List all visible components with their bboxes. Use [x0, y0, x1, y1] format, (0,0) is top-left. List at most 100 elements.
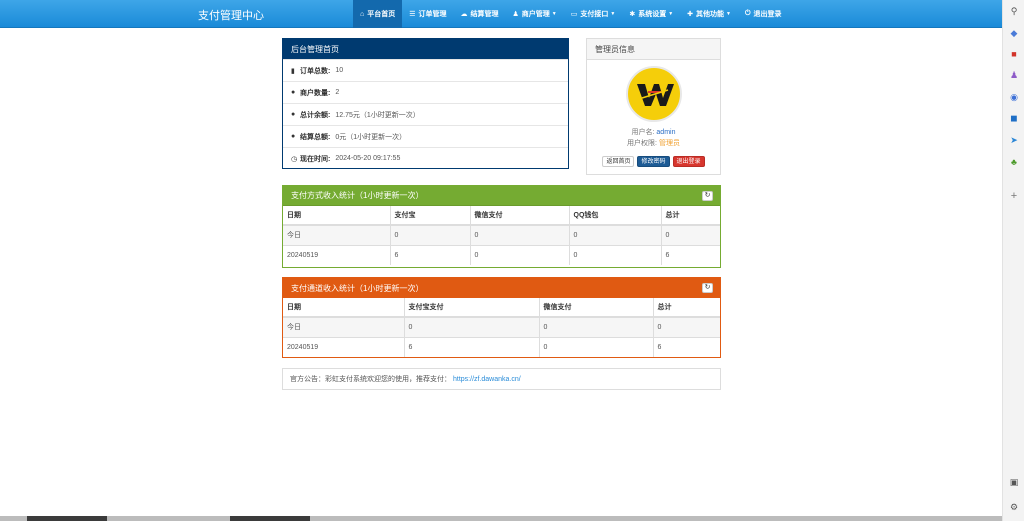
bar-chart-icon: ▮ [291, 67, 295, 75]
table-cell: 0 [539, 336, 654, 357]
tools-icon: ✚ [687, 11, 694, 18]
globe-icon[interactable]: ◉ [1007, 90, 1021, 104]
tag-icon[interactable]: ◆ [1007, 26, 1021, 40]
table-cell: 0 [470, 224, 570, 245]
nav-home[interactable]: ⌂ 平台首页 [353, 0, 403, 28]
stat-value: 12.75元（1小时更新一次） [335, 111, 420, 119]
send-icon[interactable]: ➤ [1007, 133, 1021, 147]
notice-link[interactable]: https://zf.dawanka.cn/ [453, 376, 521, 383]
overview-title: 后台管理首页 [283, 39, 568, 59]
clock-icon: ◷ [291, 155, 298, 163]
outlook-icon[interactable]: ◼ [1007, 111, 1021, 125]
table-cell: 6 [653, 336, 720, 357]
channel-stats-panel: 支付通道收入统计（1小时更新一次） ↻ 日期 支付宝支付 微信支付 总计 今日 … [282, 277, 721, 358]
nav-system-settings-label: 系统设置 [638, 11, 667, 18]
stat-label: 订单总数: [300, 67, 331, 75]
chevron-down-icon: ▼ [551, 11, 557, 17]
plus-icon[interactable]: + [1007, 189, 1021, 203]
table-cell: 6 [661, 244, 720, 265]
list-item: ● 总计余额: 12.75元（1小时更新一次） [283, 103, 568, 125]
tree-icon[interactable]: ♣ [1007, 155, 1021, 169]
cloud-icon: ☁ [460, 11, 468, 18]
table-cell: 0 [539, 316, 654, 337]
drop-icon: ● [291, 111, 296, 118]
admin-role-line: 用户权限: 管理员 [587, 138, 720, 148]
admin-buttons: 返回首页 修改密码 退出登录 [587, 156, 720, 167]
table-header-row: 日期 支付宝支付 微信支付 总计 [283, 298, 720, 318]
table-cell: 0 [569, 244, 662, 265]
chevron-down-icon: ▼ [668, 11, 674, 17]
taskbar-segment [230, 516, 310, 521]
column-header: 支付宝 [390, 206, 471, 226]
column-header: 微信支付 [470, 206, 570, 226]
settings-icon[interactable]: ⚙ [1007, 500, 1021, 514]
nav-merchants[interactable]: ♟ 商户管理 ▼ [506, 0, 564, 28]
table-cell: 0 [470, 244, 570, 265]
channel-stats-table: 日期 支付宝支付 微信支付 总计 今日 0 0 0 20240519 6 0 6 [283, 298, 720, 357]
brand-title[interactable]: 支付管理中心 [198, 7, 264, 23]
method-stats-header: 支付方式收入统计（1小时更新一次） ↻ [283, 186, 720, 206]
column-header: 总计 [661, 206, 720, 226]
list-item: ▮ 订单总数: 10 [283, 59, 568, 81]
column-header: QQ钱包 [569, 206, 662, 226]
method-stats-title: 支付方式收入统计（1小时更新一次） [291, 191, 424, 200]
stat-label: 总计余额: [300, 111, 331, 119]
nav-orders[interactable]: ☰ 订单管理 [402, 0, 453, 28]
admin-panel: 管理员信息 用户名: admin 用户权限: 管理员 返回首页 修改密码 退出登… [586, 38, 721, 175]
overview-panel: 后台管理首页 ▮ 订单总数: 10 ● 商户数量: 2 ● 总计余额: 12.7… [282, 38, 569, 169]
search-icon[interactable]: ⚲ [1007, 4, 1021, 18]
nav-payment-api[interactable]: ▭ 支付接口 ▼ [564, 0, 623, 28]
home-icon: ⌂ [360, 10, 365, 18]
change-password-button[interactable]: 修改密码 [637, 156, 670, 167]
table-row: 今日 0 0 0 [283, 316, 720, 337]
toolbox-icon[interactable]: ■ [1007, 47, 1021, 61]
screen-icon[interactable]: ▣ [1007, 475, 1021, 489]
table-cell: 20240519 [283, 336, 405, 357]
nav-settlement[interactable]: ☁ 结算管理 [454, 0, 506, 28]
chevron-down-icon: ▼ [610, 11, 616, 17]
back-home-button[interactable]: 返回首页 [602, 156, 635, 167]
card-icon: ▭ [570, 11, 578, 18]
table-cell: 今日 [283, 224, 391, 245]
table-row: 今日 0 0 0 0 [283, 224, 720, 245]
stat-value: 0元（1小时更新一次） [335, 133, 407, 141]
gear-icon: ✱ [629, 11, 636, 18]
nav-payment-api-label: 支付接口 [580, 11, 609, 18]
drop-icon: ● [291, 89, 296, 96]
table-cell: 0 [661, 224, 720, 245]
notice-panel: 官方公告：彩虹支付系统欢迎您的使用，推荐支付： https://zf.dawan… [282, 368, 721, 390]
admin-title: 管理员信息 [587, 39, 720, 60]
refresh-icon[interactable]: ↻ [702, 283, 713, 293]
list-icon: ☰ [409, 11, 416, 18]
role-label: 用户权限: [627, 140, 657, 147]
taskbar-segment [27, 516, 107, 521]
user-icon: ♟ [512, 11, 519, 18]
main-nav: ⌂ 平台首页 ☰ 订单管理 ☁ 结算管理 ♟ 商户管理 ▼ ▭ 支付接口 ▼ ✱… [353, 0, 789, 28]
nav-system-settings[interactable]: ✱ 系统设置 ▼ [622, 0, 680, 28]
table-cell: 0 [569, 224, 662, 245]
power-icon: ⏻ [744, 10, 751, 17]
logout-button[interactable]: 退出登录 [672, 156, 705, 167]
table-cell: 6 [404, 336, 540, 357]
list-item: ◷ 现在时间: 2024-05-20 09:17:55 [283, 147, 568, 169]
method-stats-table: 日期 支付宝 微信支付 QQ钱包 总计 今日 0 0 0 0 20240519 … [283, 206, 720, 265]
nav-logout[interactable]: ⏻ 退出登录 [738, 0, 789, 28]
method-stats-panel: 支付方式收入统计（1小时更新一次） ↻ 日期 支付宝 微信支付 QQ钱包 总计 … [282, 185, 721, 268]
nav-other[interactable]: ✚ 其他功能 ▼ [680, 0, 738, 28]
stat-value: 2024-05-20 09:17:55 [335, 155, 401, 162]
table-cell: 0 [653, 316, 720, 337]
taskbar [0, 516, 1002, 521]
refresh-icon[interactable]: ↻ [702, 191, 713, 201]
chevron-down-icon: ▼ [726, 11, 731, 17]
role-value: 管理员 [658, 140, 680, 147]
column-header: 日期 [283, 206, 391, 226]
avatar [625, 66, 682, 122]
nav-home-label: 平台首页 [367, 11, 396, 18]
table-cell: 今日 [283, 316, 405, 337]
table-row: 20240519 6 0 6 [283, 336, 720, 357]
notice-text: 官方公告：彩虹支付系统欢迎您的使用，推荐支付： [290, 376, 451, 383]
top-navbar: 支付管理中心 ⌂ 平台首页 ☰ 订单管理 ☁ 结算管理 ♟ 商户管理 ▼ ▭ 支… [0, 0, 1002, 28]
people-icon[interactable]: ♟ [1007, 68, 1021, 82]
nav-orders-label: 订单管理 [418, 11, 447, 18]
table-cell: 6 [390, 244, 471, 265]
